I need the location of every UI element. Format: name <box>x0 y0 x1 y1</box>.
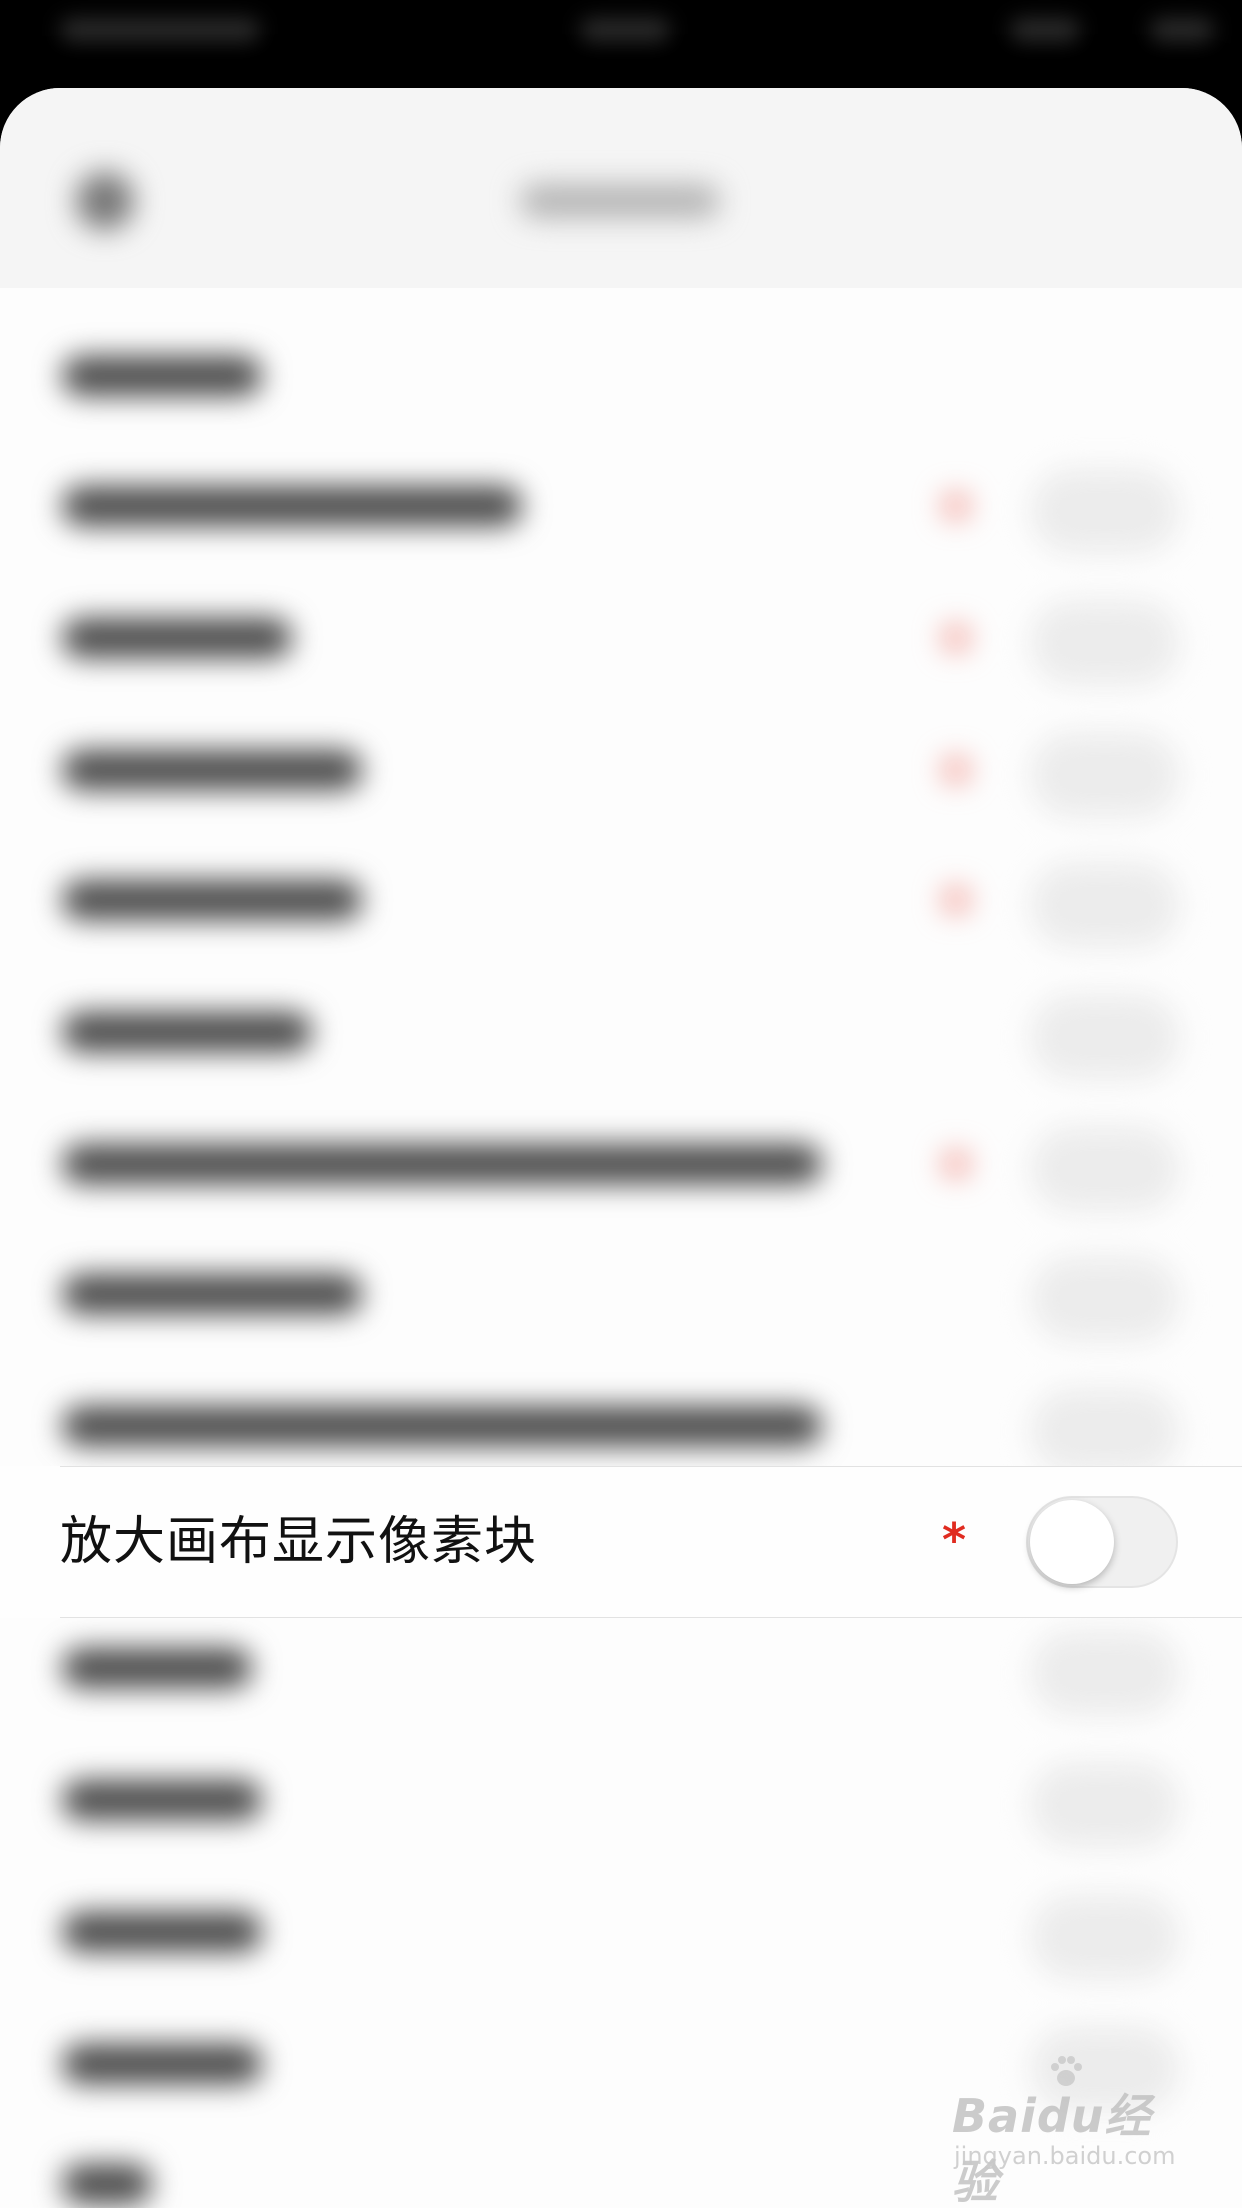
settings-row-label <box>62 1780 262 1820</box>
required-mark <box>942 624 970 652</box>
settings-row-label <box>62 2044 262 2084</box>
settings-row[interactable] <box>0 1228 1242 1360</box>
settings-row[interactable] <box>0 834 1242 966</box>
row-divider <box>60 1617 1242 1618</box>
settings-row[interactable] <box>0 1098 1242 1230</box>
toggle-switch[interactable] <box>1030 468 1180 554</box>
settings-row[interactable] <box>0 704 1242 836</box>
toggle-switch[interactable] <box>1030 1894 1180 1980</box>
screen: 放大画布显示像素块 * Baidu经验 jingyan.baidu.com <box>0 0 1242 2208</box>
battery-icon <box>1150 18 1214 42</box>
setting-label: 放大画布显示像素块 <box>60 1512 538 1572</box>
settings-row-label <box>62 1274 362 1314</box>
required-mark <box>942 492 970 520</box>
settings-row-label <box>62 618 292 658</box>
baidu-jingyan-watermark: Baidu经验 jingyan.baidu.com <box>950 2056 1190 2208</box>
required-mark: * <box>942 1513 967 1567</box>
toggle-switch[interactable] <box>1030 1126 1180 1212</box>
settings-row-label <box>62 1144 822 1184</box>
settings-row-label <box>62 2164 152 2204</box>
page-title <box>520 184 720 218</box>
settings-row-label <box>62 1012 312 1052</box>
status-bar-carrier <box>60 18 260 42</box>
settings-sheet: 放大画布显示像素块 * <box>0 88 1242 2208</box>
settings-row-label <box>62 486 522 526</box>
status-bar-time <box>580 18 670 42</box>
toggle-switch[interactable] <box>1030 1256 1180 1342</box>
toggle-switch[interactable] <box>1030 1762 1180 1848</box>
status-bar <box>0 0 1242 90</box>
status-bar-battery-percent <box>1010 18 1080 42</box>
toggle-switch[interactable] <box>1026 1496 1178 1588</box>
settings-row[interactable] <box>0 1866 1242 1998</box>
required-mark <box>942 886 970 914</box>
required-mark <box>942 756 970 784</box>
toggle-knob[interactable] <box>1030 1500 1114 1584</box>
toggle-switch[interactable] <box>1030 1388 1180 1474</box>
toggle-switch[interactable] <box>1030 862 1180 948</box>
blurred-settings-list <box>0 88 1242 2208</box>
settings-row[interactable] <box>0 440 1242 572</box>
settings-row[interactable] <box>0 1602 1242 1734</box>
toggle-switch[interactable] <box>1030 732 1180 818</box>
back-arrow-icon[interactable] <box>76 172 134 230</box>
toggle-switch[interactable] <box>1030 600 1180 686</box>
row-divider <box>60 1466 1242 1467</box>
setting-row-zoom-canvas-pixel-blocks[interactable]: 放大画布显示像素块 * <box>0 1466 1242 1618</box>
required-mark <box>942 1150 970 1178</box>
toggle-switch[interactable] <box>1030 994 1180 1080</box>
toggle-switch[interactable] <box>1030 1630 1180 1716</box>
settings-row[interactable] <box>0 572 1242 704</box>
settings-row-label <box>62 356 262 396</box>
watermark-url: jingyan.baidu.com <box>954 2142 1176 2170</box>
settings-row-label <box>62 1912 262 1952</box>
settings-row[interactable] <box>0 966 1242 1098</box>
settings-row-label <box>62 1648 252 1688</box>
settings-row-label <box>62 880 362 920</box>
settings-row-label <box>62 750 362 790</box>
settings-row-label <box>62 1406 822 1446</box>
settings-row[interactable] <box>0 1734 1242 1866</box>
settings-row[interactable] <box>0 310 1242 442</box>
